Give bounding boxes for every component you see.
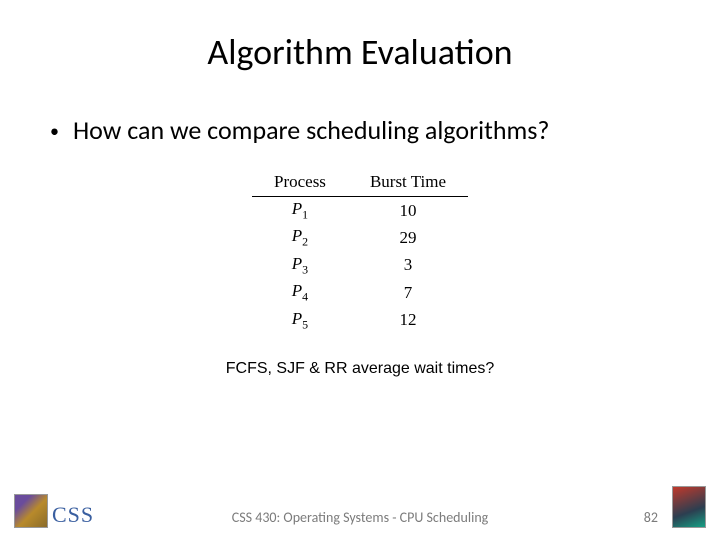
header-process: Process (252, 170, 348, 197)
table-row: P1 10 (252, 197, 468, 225)
table-row: P4 7 (252, 279, 468, 306)
cell-burst: 7 (348, 279, 468, 306)
cell-burst: 29 (348, 224, 468, 251)
cell-process: P3 (252, 252, 348, 279)
process-table-wrap: Process Burst Time P1 10 P2 29 P3 3 (40, 170, 680, 334)
footer: CSS CSS 430: Operating Systems - CPU Sch… (0, 486, 720, 528)
page-number: 82 (644, 509, 658, 526)
table-row: P3 3 (252, 252, 468, 279)
table-row: P5 12 (252, 307, 468, 334)
logo-left: CSS (14, 494, 94, 528)
book-cover-icon (672, 486, 706, 528)
cell-burst: 12 (348, 307, 468, 334)
slide: Algorithm Evaluation • How can we compar… (0, 0, 720, 540)
cell-burst: 10 (348, 197, 468, 225)
header-burst: Burst Time (348, 170, 468, 197)
table-row: P2 29 (252, 224, 468, 251)
cell-burst: 3 (348, 252, 468, 279)
table-header-row: Process Burst Time (252, 170, 468, 197)
slide-title: Algorithm Evaluation (40, 30, 680, 74)
uwb-logo-icon (14, 494, 48, 528)
process-table: Process Burst Time P1 10 P2 29 P3 3 (252, 170, 468, 334)
bullet-item: • How can we compare scheduling algorith… (50, 114, 680, 146)
footer-course-text: CSS 430: Operating Systems - CPU Schedul… (232, 509, 489, 526)
cell-process: P2 (252, 224, 348, 251)
bullet-text: How can we compare scheduling algorithms… (73, 114, 550, 146)
bullet-marker: • (50, 122, 59, 140)
logo-text: CSS (52, 502, 94, 528)
footer-right: 82 (644, 486, 706, 528)
cell-process: P5 (252, 307, 348, 334)
cell-process: P1 (252, 197, 348, 225)
caption-text: FCFS, SJF & RR average wait times? (40, 360, 680, 378)
cell-process: P4 (252, 279, 348, 306)
